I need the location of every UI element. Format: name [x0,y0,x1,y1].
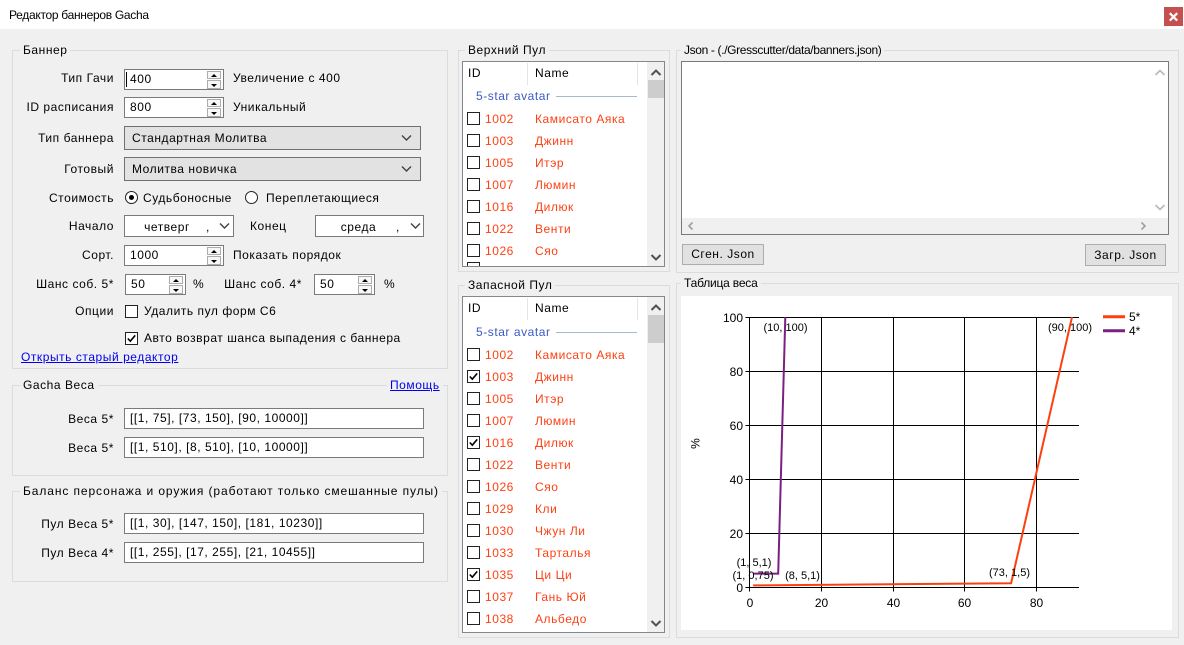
svg-text:20: 20 [730,527,744,541]
svg-text:4*: 4* [1129,324,1141,338]
svg-text:0: 0 [736,581,743,595]
svg-text:40: 40 [887,596,901,610]
svg-text:80: 80 [1030,596,1044,610]
svg-text:%: % [689,438,703,449]
svg-text:5*: 5* [1129,310,1141,324]
svg-text:0: 0 [747,596,754,610]
svg-text:(73, 1,5): (73, 1,5) [989,567,1030,579]
svg-text:80: 80 [730,365,744,379]
svg-text:(1, 5,1): (1, 5,1) [737,557,772,569]
svg-text:60: 60 [730,419,744,433]
svg-text:(8, 5,1): (8, 5,1) [785,570,820,582]
svg-text:100: 100 [723,311,743,325]
svg-text:(90, 100): (90, 100) [1048,322,1092,334]
svg-text:20: 20 [815,596,829,610]
svg-text:60: 60 [958,596,972,610]
svg-text:(10, 100): (10, 100) [763,322,807,334]
svg-text:(1, 0,75): (1, 0,75) [733,570,774,582]
svg-text:40: 40 [730,473,744,487]
